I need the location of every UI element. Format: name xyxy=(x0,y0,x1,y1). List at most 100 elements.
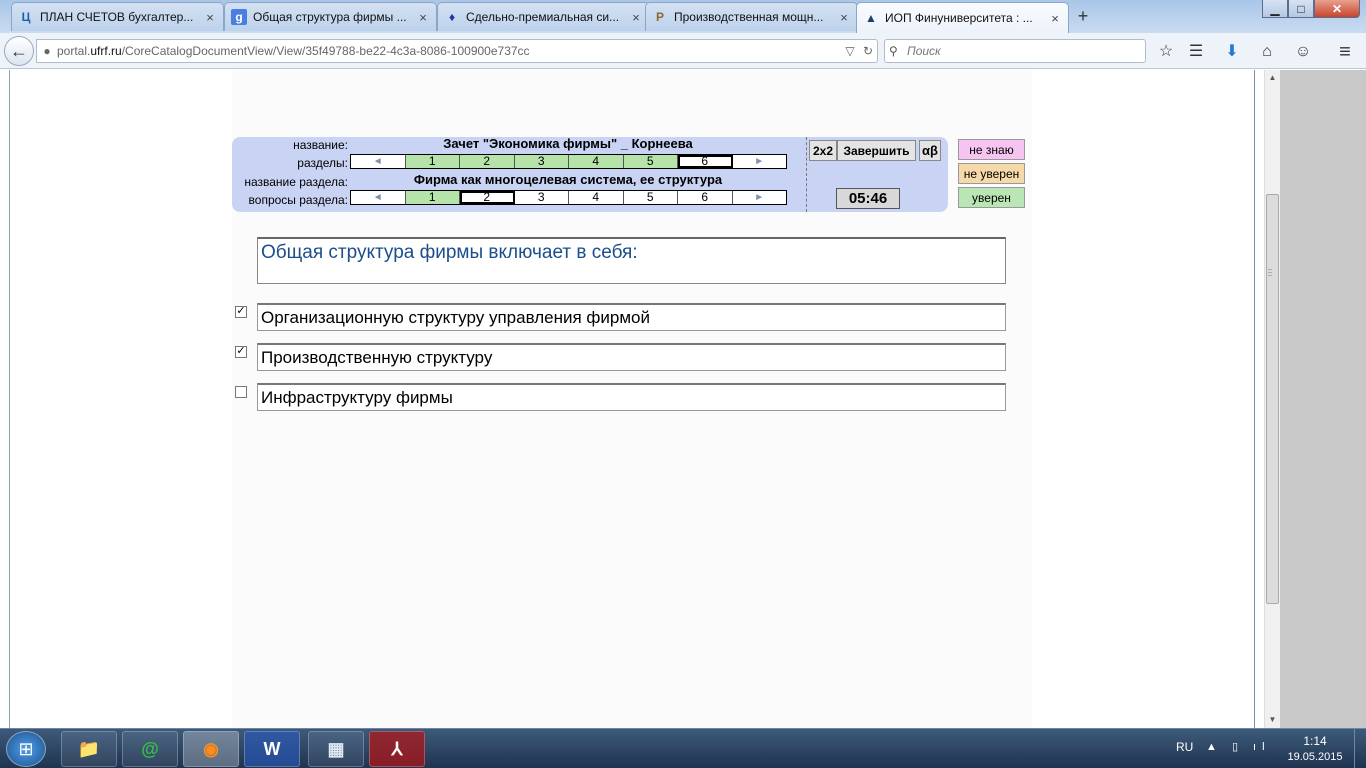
page-viewport: ▲ – – – ▼ название: Зачет "Экономика фирмы… xyxy=(0,70,1366,728)
sections-label: разделы: xyxy=(297,156,348,170)
reload-icon[interactable]: ↻ xyxy=(859,44,877,58)
tab-title: ИОП Финуниверситета : ... xyxy=(885,11,1033,25)
question-cell[interactable]: 5 xyxy=(623,191,678,204)
home-icon[interactable]: ⌂ xyxy=(1255,41,1279,63)
prev-question-icon[interactable]: ◄ xyxy=(351,191,406,204)
bookmark-star-icon[interactable]: ☆ xyxy=(1154,41,1178,63)
mail-agent-icon[interactable]: @ xyxy=(122,731,178,767)
questions-nav: ◄ 1 2 3 4 5 6 ► xyxy=(350,190,787,205)
firefox-icon[interactable]: ◉ xyxy=(183,731,239,767)
maximize-button[interactable]: □ xyxy=(1288,0,1314,18)
site-favicon-icon: ♦ xyxy=(448,10,456,24)
tab-iop-finuniversiteta[interactable]: ▲ ИОП Финуниверситета : ... × xyxy=(856,2,1069,33)
clock-time[interactable]: 1:14 xyxy=(1290,734,1340,748)
tab-title: ПЛАН СЧЕТОВ бухгалтер... xyxy=(40,10,194,24)
tab-sdelno-premialnaya[interactable]: ♦ Сдельно-премиальная си... × xyxy=(437,2,650,31)
prev-section-icon[interactable]: ◄ xyxy=(351,155,406,168)
scrollbar-thumb[interactable] xyxy=(1266,194,1279,604)
sections-nav: ◄ 1 2 3 4 5 6 ► xyxy=(350,154,787,169)
url-text[interactable]: portal.ufrf.ru/CoreCatalogDocumentView/V… xyxy=(57,44,841,58)
url-bar[interactable]: ● portal.ufrf.ru/CoreCatalogDocumentView… xyxy=(36,39,878,63)
close-tab-icon[interactable]: × xyxy=(1048,11,1062,26)
tab-proizvodstvennaya-moshchnost[interactable]: P Производственная мощн... × xyxy=(645,2,858,31)
answer-checkbox[interactable]: ✓ xyxy=(235,306,247,318)
question-cell[interactable]: 4 xyxy=(569,191,624,204)
section-title: Фирма как многоцелевая система, ее струк… xyxy=(413,172,723,187)
grip-icon: – – – xyxy=(1268,266,1272,279)
answer-text: Инфраструктуру фирмы xyxy=(261,388,453,407)
calculator-icon[interactable]: ▦ xyxy=(308,731,364,767)
question-box: Общая структура фирмы включает в себя: xyxy=(257,237,1006,284)
answer-option[interactable]: Производственную структуру xyxy=(257,343,1006,371)
alpha-beta-button[interactable]: αβ xyxy=(919,140,941,161)
question-cell[interactable]: 1 xyxy=(405,191,460,204)
section-cell[interactable]: 2 xyxy=(460,155,515,168)
tab-plan-schetov[interactable]: Ц ПЛАН СЧЕТОВ бухгалтер... × xyxy=(11,2,224,31)
file-explorer-icon[interactable]: 📁 xyxy=(61,731,117,767)
close-tab-icon[interactable]: × xyxy=(203,10,217,25)
section-cell[interactable]: 3 xyxy=(514,155,569,168)
scroll-up-icon[interactable]: ▲ xyxy=(1265,70,1280,86)
answer-checkbox[interactable]: ✓ xyxy=(235,346,247,358)
question-cell[interactable]: 6 xyxy=(678,191,733,204)
language-indicator[interactable]: RU xyxy=(1176,740,1193,754)
title-label: название: xyxy=(293,138,348,152)
sure-button[interactable]: уверен xyxy=(958,187,1025,208)
reading-list-icon[interactable]: ☰ xyxy=(1184,41,1208,63)
word-icon[interactable]: W xyxy=(244,731,300,767)
two-by-two-button[interactable]: 2x2 xyxy=(809,140,837,161)
site-favicon-icon: P xyxy=(655,10,664,24)
dropdown-arrow-icon[interactable]: ▽ xyxy=(841,44,859,58)
close-window-button[interactable]: ✕ xyxy=(1314,0,1360,18)
taskbar: ⊞ 📁 @ ◉ W ▦ ⅄ RU ▲ ▯ ıl 1:14 19.05.2015 xyxy=(0,728,1366,768)
tab-title: Производственная мощн... xyxy=(674,10,824,24)
chat-icon[interactable]: ☺ xyxy=(1291,41,1315,63)
show-desktop-button[interactable] xyxy=(1354,729,1366,768)
answer-checkbox[interactable] xyxy=(235,386,247,398)
back-button[interactable]: ← xyxy=(4,36,34,66)
test-title: Зачет "Экономика фирмы" _ Корнеева xyxy=(443,136,693,151)
section-cell[interactable]: 1 xyxy=(405,155,460,168)
section-cell[interactable]: 4 xyxy=(569,155,624,168)
timer: 05:46 xyxy=(836,188,900,209)
finish-button[interactable]: Завершить xyxy=(837,140,916,161)
close-tab-icon[interactable]: × xyxy=(837,10,851,25)
minimize-button[interactable]: ▁ xyxy=(1262,0,1288,18)
system-tray-icons[interactable]: ▲ ▯ ıl xyxy=(1206,740,1271,753)
search-input[interactable]: ⚲ Поиск xyxy=(884,39,1146,63)
close-tab-icon[interactable]: × xyxy=(416,10,430,25)
question-cell-current[interactable]: 2 xyxy=(460,191,515,204)
header-divider xyxy=(806,137,807,212)
clock-date[interactable]: 19.05.2015 xyxy=(1282,751,1348,763)
vertical-scrollbar[interactable]: ▲ – – – ▼ xyxy=(1264,70,1280,728)
tab-google-search[interactable]: g Общая структура фирмы ... × xyxy=(224,2,437,31)
page-right-border xyxy=(1254,70,1255,728)
section-cell-current[interactable]: 6 xyxy=(678,155,733,168)
not-sure-button[interactable]: не уверен xyxy=(958,163,1025,184)
scroll-down-icon[interactable]: ▼ xyxy=(1265,712,1280,728)
answer-option[interactable]: Инфраструктуру фирмы xyxy=(257,383,1006,411)
tab-strip: Ц ПЛАН СЧЕТОВ бухгалтер... × g Общая стр… xyxy=(0,0,1366,33)
answer-text: Производственную структуру xyxy=(261,348,493,367)
start-button[interactable]: ⊞ xyxy=(6,731,46,767)
next-question-icon[interactable]: ► xyxy=(732,191,786,204)
question-cell[interactable]: 3 xyxy=(514,191,569,204)
window-background xyxy=(1280,70,1366,728)
globe-icon: ● xyxy=(43,44,51,58)
graduation-cap-icon: ▲ xyxy=(865,11,877,25)
new-tab-button[interactable]: + xyxy=(1072,5,1094,27)
site-favicon-icon: Ц xyxy=(21,10,31,24)
section-cell[interactable]: 5 xyxy=(623,155,678,168)
download-icon[interactable]: ⬇ xyxy=(1220,41,1244,63)
answer-option[interactable]: Организационную структуру управления фир… xyxy=(257,303,1006,331)
google-favicon-icon: g xyxy=(231,9,247,25)
next-section-icon[interactable]: ► xyxy=(732,155,786,168)
acrobat-icon[interactable]: ⅄ xyxy=(369,731,425,767)
navigation-toolbar: ← ● portal.ufrf.ru/CoreCatalogDocumentVi… xyxy=(0,33,1366,69)
tab-title: Общая структура фирмы ... xyxy=(253,10,407,24)
section-questions-label: вопросы раздела: xyxy=(248,193,348,207)
question-text: Общая структура фирмы включает в себя: xyxy=(261,242,638,263)
dont-know-button[interactable]: не знаю xyxy=(958,139,1025,160)
close-tab-icon[interactable]: × xyxy=(629,10,643,25)
menu-icon[interactable]: ≡ xyxy=(1333,41,1357,63)
